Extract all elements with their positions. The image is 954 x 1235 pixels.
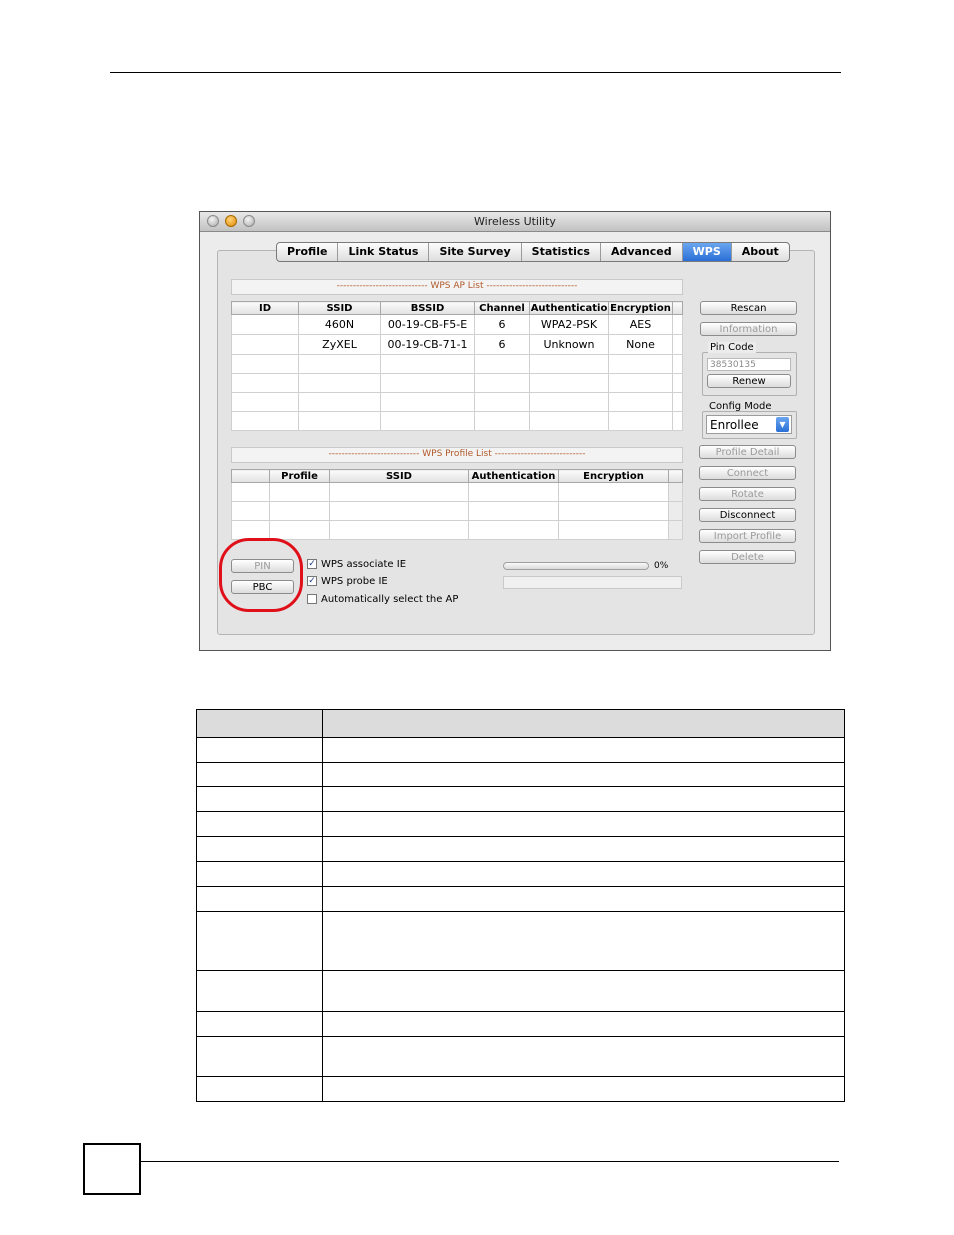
tab-site-survey[interactable]: Site Survey (429, 243, 522, 261)
col-authentication[interactable]: Authentication (468, 469, 559, 483)
tab-wps[interactable]: WPS (682, 243, 732, 261)
renew-button[interactable]: Renew (707, 374, 791, 388)
title-bar: Wireless Utility (200, 212, 830, 232)
col-encryption[interactable]: Encryption (608, 301, 673, 315)
tab-bar: Profile Link Status Site Survey Statisti… (276, 242, 790, 262)
status-field (503, 576, 682, 589)
table-row (231, 392, 683, 412)
col-profile[interactable]: Profile (269, 469, 330, 483)
tab-about[interactable]: About (732, 243, 789, 261)
wps-ap-list-table[interactable]: ID SSID BSSID Channel Authenticatio Encr… (231, 301, 683, 431)
col-authentication[interactable]: Authenticatio (529, 301, 609, 315)
pin-code-label: Pin Code (708, 342, 756, 353)
col-id[interactable]: ID (231, 301, 299, 315)
col-spacer (672, 301, 683, 315)
delete-button[interactable]: Delete (699, 550, 796, 564)
cell-authentication: WPA2-PSK (529, 314, 609, 335)
col-blank[interactable] (231, 469, 270, 483)
auto-select-ap-label: Automatically select the AP (321, 594, 459, 605)
rotate-button[interactable]: Rotate (699, 487, 796, 501)
table-row (196, 886, 845, 912)
tab-link-status[interactable]: Link Status (338, 243, 430, 261)
progress-percent: 0% (654, 561, 669, 571)
table-row (196, 762, 845, 787)
profile-detail-button[interactable]: Profile Detail (699, 445, 796, 459)
wps-probe-ie-checkbox[interactable]: ✓ (307, 576, 317, 586)
table-row (196, 970, 845, 1012)
cell-bssid: 00-19-CB-71-1 (380, 334, 475, 355)
table-row (231, 354, 683, 374)
col-ssid[interactable]: SSID (329, 469, 469, 483)
table-row (231, 482, 683, 502)
cell-ssid: ZyXEL (298, 334, 381, 355)
cell-id (231, 314, 299, 335)
table-row (196, 1076, 845, 1102)
cell-ssid: 460N (298, 314, 381, 335)
wps-associate-ie-checkbox[interactable]: ✓ (307, 559, 317, 569)
auto-select-ap-checkbox[interactable] (307, 594, 317, 604)
table-row (196, 911, 845, 971)
tab-profile[interactable]: Profile (277, 243, 339, 261)
table-row (196, 811, 845, 837)
table-row[interactable]: 460N 00-19-CB-F5-E 6 WPA2-PSK AES (231, 314, 683, 335)
cell-channel: 6 (474, 334, 530, 355)
tab-statistics[interactable]: Statistics (522, 243, 601, 261)
wps-probe-ie-label: WPS probe IE (321, 576, 388, 587)
table-row (231, 411, 683, 431)
table-row (196, 737, 845, 763)
import-profile-button[interactable]: Import Profile (699, 529, 796, 543)
field-description-table (196, 709, 845, 1102)
table-row[interactable]: ZyXEL 00-19-CB-71-1 6 Unknown None (231, 334, 683, 355)
disconnect-button[interactable]: Disconnect (699, 508, 796, 522)
cell-spacer (672, 314, 683, 335)
rescan-button[interactable]: Rescan (700, 301, 797, 315)
config-mode-value: Enrollee (710, 418, 759, 432)
cell-encryption: None (608, 334, 673, 355)
chevron-down-icon: ▼ (776, 417, 789, 432)
table-row (196, 1036, 845, 1077)
cell-spacer (672, 334, 683, 355)
wps-associate-ie-label: WPS associate IE (321, 559, 407, 570)
table-header-row: Profile SSID Authentication Encryption (231, 469, 683, 483)
table-row (196, 1011, 845, 1037)
cell-bssid: 00-19-CB-F5-E (380, 314, 475, 335)
wireless-utility-window: Wireless Utility Profile Link Status Sit… (199, 211, 831, 651)
wps-progress-bar (503, 562, 649, 570)
information-button[interactable]: Information (700, 322, 797, 336)
pin-code-field[interactable]: 38530135 (707, 358, 791, 371)
cell-encryption: AES (608, 314, 673, 335)
wps-ap-list-header: ---------------------------- WPS AP List… (231, 279, 683, 295)
table-row (231, 501, 683, 521)
table-row (196, 861, 845, 887)
connect-button[interactable]: Connect (699, 466, 796, 480)
table-row (196, 786, 845, 812)
header-rule (110, 72, 841, 73)
cell-authentication: Unknown (529, 334, 609, 355)
col-encryption[interactable]: Encryption (558, 469, 669, 483)
window-title: Wireless Utility (474, 215, 556, 228)
col-spacer (668, 469, 683, 483)
col-channel[interactable]: Channel (474, 301, 530, 315)
table-header-row (196, 709, 845, 738)
footer-rule (140, 1161, 839, 1162)
table-header-row: ID SSID BSSID Channel Authenticatio Encr… (231, 301, 683, 315)
col-bssid[interactable]: BSSID (380, 301, 475, 315)
table-row (231, 520, 683, 540)
tab-advanced[interactable]: Advanced (601, 243, 683, 261)
table-row (231, 373, 683, 393)
cell-id (231, 334, 299, 355)
page-number-box (83, 1143, 141, 1195)
table-row (196, 836, 845, 862)
highlight-circle (219, 538, 303, 612)
col-ssid[interactable]: SSID (298, 301, 381, 315)
wps-profile-list-header: ---------------------------- WPS Profile… (231, 447, 683, 463)
wps-profile-list-table[interactable]: Profile SSID Authentication Encryption (231, 469, 683, 540)
cell-channel: 6 (474, 314, 530, 335)
config-mode-select[interactable]: Enrollee ▼ (706, 415, 792, 434)
